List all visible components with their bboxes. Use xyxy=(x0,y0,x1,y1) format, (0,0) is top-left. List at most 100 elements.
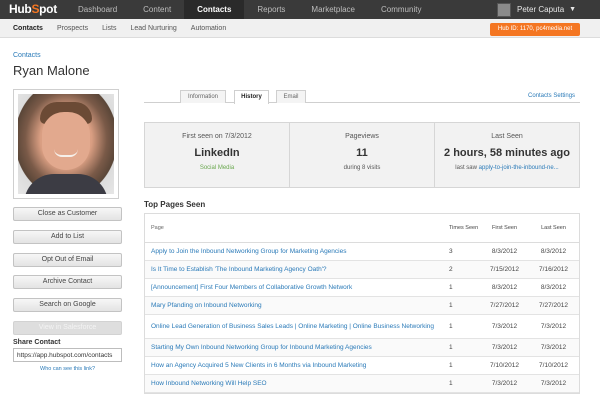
last-seen: 7/27/2012 xyxy=(539,302,568,309)
page-link[interactable]: Mary Pfanding on Inbound Networking xyxy=(145,297,447,314)
page-link[interactable]: [Announcement] First Four Members of Col… xyxy=(145,279,447,296)
pageviews-visits: during 8 visits xyxy=(343,165,381,171)
last-seen-page-link[interactable]: apply-to-join-the-inbound-ne... xyxy=(479,165,559,171)
tab-email[interactable]: Email xyxy=(276,90,306,103)
table-row: Starting My Own Inbound Networking Group… xyxy=(145,339,579,357)
last-seen-value: 2 hours, 58 minutes ago xyxy=(444,147,570,159)
add-to-list-button[interactable]: Add to List xyxy=(13,230,122,244)
user-menu[interactable]: Peter Caputa ▼ xyxy=(497,0,576,19)
first-seen: 7/3/2012 xyxy=(491,323,518,330)
last-seen: 7/3/2012 xyxy=(540,344,567,351)
page-link[interactable]: Online Lead Generation of Business Sales… xyxy=(145,315,447,338)
close-as-customer-button[interactable]: Close as Customer xyxy=(13,207,122,221)
topnav-content[interactable]: Content xyxy=(130,0,184,19)
share-help-link[interactable]: Who can see this link? xyxy=(40,366,95,372)
share-contact-label: Share Contact xyxy=(13,339,61,346)
times-seen: 1 xyxy=(449,302,453,309)
breadcrumb[interactable]: Contacts xyxy=(13,52,41,59)
contacts-settings-link[interactable]: Contacts Settings xyxy=(528,93,575,99)
stat-first-seen: First seen on 7/3/2012 LinkedIn Social M… xyxy=(145,123,290,187)
table-row: [Announcement] First Four Members of Col… xyxy=(145,279,579,297)
header-times-seen[interactable]: Times Seen xyxy=(447,214,481,242)
times-seen: 1 xyxy=(449,284,453,291)
first-seen: 7/15/2012 xyxy=(490,266,519,273)
last-seen: 7/3/2012 xyxy=(540,323,567,330)
tab-history[interactable]: History xyxy=(234,90,269,104)
contact-photo-image xyxy=(18,94,114,194)
first-seen: 7/3/2012 xyxy=(491,380,518,387)
times-seen: 1 xyxy=(449,362,453,369)
last-seen: 7/10/2012 xyxy=(539,362,568,369)
last-seen-detail: last saw apply-to-join-the-inbound-ne... xyxy=(455,165,559,171)
tab-bar: Information History Email xyxy=(144,89,580,104)
subnav-lists[interactable]: Lists xyxy=(95,19,123,38)
subnav-prospects[interactable]: Prospects xyxy=(50,19,95,38)
page-link[interactable]: Apply to Join the Inbound Networking Gro… xyxy=(145,243,447,260)
view-in-salesforce-button: View in Salesforce xyxy=(13,321,122,335)
sub-nav: Contacts Prospects Lists Lead Nurturing … xyxy=(6,19,233,38)
topnav-community[interactable]: Community xyxy=(368,0,434,19)
page-title: Ryan Malone xyxy=(13,63,90,78)
last-seen: 8/3/2012 xyxy=(540,248,567,255)
hub-id-badge: Hub ID: 1170, pc4media.net xyxy=(490,23,580,36)
topnav-marketplace[interactable]: Marketplace xyxy=(298,0,368,19)
table-header: Page Times Seen First Seen Last Seen xyxy=(145,214,579,243)
top-bar: HubSpot Dashboard Content Contacts Repor… xyxy=(0,0,600,19)
contact-photo xyxy=(13,89,119,199)
page-link[interactable]: Is It Time to Establish 'The Inbound Mar… xyxy=(145,261,447,278)
page-link[interactable]: Starting My Own Inbound Networking Group… xyxy=(145,339,447,356)
table-row: Is It Time to Establish 'The Inbound Mar… xyxy=(145,261,579,279)
times-seen: 3 xyxy=(449,248,453,255)
stats-panel: First seen on 7/3/2012 LinkedIn Social M… xyxy=(144,122,580,188)
times-seen: 1 xyxy=(449,323,453,330)
times-seen: 2 xyxy=(449,266,453,273)
first-seen: 8/3/2012 xyxy=(491,248,518,255)
stat-pageviews: Pageviews 11 during 8 visits xyxy=(290,123,435,187)
avatar xyxy=(497,2,511,17)
subnav-contacts[interactable]: Contacts xyxy=(6,19,50,38)
first-seen: 7/3/2012 xyxy=(491,344,518,351)
topnav-reports[interactable]: Reports xyxy=(244,0,298,19)
subnav-lead-nurturing[interactable]: Lead Nurturing xyxy=(123,19,183,38)
page-link[interactable]: How an Agency Acquired 5 New Clients in … xyxy=(145,357,447,374)
top-pages-table: Page Times Seen First Seen Last Seen App… xyxy=(144,213,580,394)
first-seen-source: Social Media xyxy=(199,165,235,171)
pageviews-value: 11 xyxy=(356,147,368,159)
times-seen: 1 xyxy=(449,380,453,387)
table-row: Online Lead Generation of Business Sales… xyxy=(145,315,579,339)
table-row: Mary Pfanding on Inbound Networking 1 7/… xyxy=(145,297,579,315)
hubspot-logo[interactable]: HubSpot xyxy=(9,2,57,16)
first-seen: 7/10/2012 xyxy=(490,362,519,369)
times-seen: 1 xyxy=(449,344,453,351)
page-link[interactable]: How Inbound Networking Will Help SEO xyxy=(145,375,447,392)
opt-out-of-email-button[interactable]: Opt Out of Email xyxy=(13,253,122,267)
share-contact-field[interactable] xyxy=(13,348,122,362)
table-row: Apply to Join the Inbound Networking Gro… xyxy=(145,243,579,261)
header-last-seen[interactable]: Last Seen xyxy=(528,214,579,242)
last-seen: 7/3/2012 xyxy=(540,380,567,387)
user-name: Peter Caputa xyxy=(517,5,565,14)
last-seen: 7/16/2012 xyxy=(539,266,568,273)
stat-last-seen: Last Seen 2 hours, 58 minutes ago last s… xyxy=(435,123,579,187)
table-row: How an Agency Acquired 5 New Clients in … xyxy=(145,357,579,375)
caret-down-icon: ▼ xyxy=(569,6,577,13)
header-first-seen[interactable]: First Seen xyxy=(481,214,528,242)
header-page[interactable]: Page xyxy=(145,214,447,242)
table-body: Apply to Join the Inbound Networking Gro… xyxy=(145,243,579,393)
last-seen: 8/3/2012 xyxy=(540,284,567,291)
top-nav: Dashboard Content Contacts Reports Marke… xyxy=(65,0,434,19)
first-seen-label: First seen on 7/3/2012 xyxy=(182,133,252,140)
table-row: How Inbound Networking Will Help SEO 1 7… xyxy=(145,375,579,393)
last-seen-label: Last Seen xyxy=(491,133,523,140)
subnav-automation[interactable]: Automation xyxy=(184,19,233,38)
topnav-dashboard[interactable]: Dashboard xyxy=(65,0,130,19)
pageviews-label: Pageviews xyxy=(345,133,379,140)
topnav-contacts[interactable]: Contacts xyxy=(184,0,245,19)
first-seen: 7/27/2012 xyxy=(490,302,519,309)
search-on-google-button[interactable]: Search on Google xyxy=(13,298,122,312)
top-pages-title: Top Pages Seen xyxy=(144,200,206,209)
tab-information[interactable]: Information xyxy=(180,90,226,103)
first-seen: 8/3/2012 xyxy=(491,284,518,291)
first-seen-value: LinkedIn xyxy=(194,147,240,159)
archive-contact-button[interactable]: Archive Contact xyxy=(13,275,122,289)
